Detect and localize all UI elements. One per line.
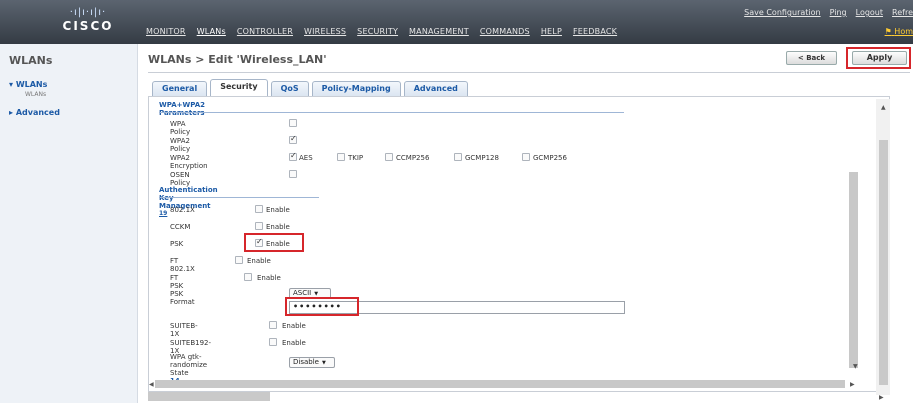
psk-format-label: PSK Format <box>170 290 195 306</box>
cisco-logo: ·ı|ı·ı|ı· CISCO <box>58 7 118 33</box>
nav-management[interactable]: MANAGEMENT <box>409 27 469 36</box>
wpa-policy-checkbox[interactable] <box>289 119 297 127</box>
psk-highlight-box <box>244 233 304 252</box>
ccmp256-label: CCMP256 <box>396 154 430 162</box>
akm-ft-psk-label: FT PSK <box>170 274 184 290</box>
main-nav: MONITOR WLANs CONTROLLER WIRELESS SECURI… <box>146 27 617 36</box>
back-button[interactable]: < Back <box>786 51 837 65</box>
tab-policy-mapping[interactable]: Policy-Mapping <box>311 81 401 96</box>
tab-general[interactable]: General <box>152 81 208 96</box>
nav-wireless[interactable]: WIRELESS <box>304 27 346 36</box>
save-configuration-link[interactable]: Save Configuration <box>744 8 820 17</box>
akm-cckm-enable-label: Enable <box>266 223 290 231</box>
akm-ft-8021x-label: FT 802.1X <box>170 257 195 273</box>
aes-label: AES <box>299 154 313 162</box>
wpa2-policy-label: WPA2 Policy <box>170 137 191 153</box>
wpa2-encryption-label: WPA2 Encryption <box>170 154 208 170</box>
suiteb-1x-checkbox[interactable] <box>269 321 277 329</box>
gcmp256-checkbox[interactable] <box>522 153 530 161</box>
refresh-link[interactable]: Refre <box>892 8 913 17</box>
wpa-section-heading: WPA+WPA2 Parameters <box>159 101 205 117</box>
scroll-down-arrow-icon[interactable]: ▼ <box>853 363 858 370</box>
top-bar: ·ı|ı·ı|ı· CISCO MONITOR WLANs CONTROLLER… <box>0 0 913 44</box>
tab-bar: General Security QoS Policy-Mapping Adva… <box>152 79 468 96</box>
dropdown-arrow-icon: ▼ <box>321 360 326 366</box>
gtk-randomize-select[interactable]: Disable ▼ <box>289 357 335 368</box>
akm-psk-label: PSK <box>170 240 184 248</box>
logout-link[interactable]: Logout <box>856 8 883 17</box>
outer-vertical-scrollbar-thumb[interactable] <box>879 140 888 385</box>
sidebar-subitem-wlans[interactable]: WLANs <box>25 91 46 98</box>
tkip-checkbox[interactable] <box>337 153 345 161</box>
logo-text: CISCO <box>62 19 114 33</box>
nav-controller[interactable]: CONTROLLER <box>237 27 293 36</box>
osen-policy-checkbox[interactable] <box>289 170 297 178</box>
scroll-right-arrow-icon[interactable]: ▶ <box>850 381 855 388</box>
ccmp256-checkbox[interactable] <box>385 153 393 161</box>
outer-scroll-right-arrow-icon[interactable]: ▶ <box>879 394 884 401</box>
nav-help[interactable]: HELP <box>541 27 562 36</box>
collapsed-triangle-icon: ▸ <box>9 108 14 117</box>
sidebar-item-label: WLANs <box>15 80 48 89</box>
wpa2-policy-checkbox[interactable] <box>289 134 297 144</box>
akm-ft-8021x-enable-label: Enable <box>247 257 271 265</box>
home-link[interactable]: ⚑ Hom <box>885 27 913 36</box>
inner-horizontal-scrollbar-thumb[interactable] <box>155 380 845 388</box>
wpa-section-divider <box>159 112 624 113</box>
akm-ft-psk-enable-label: Enable <box>257 274 281 282</box>
gcmp128-label: GCMP128 <box>465 154 499 162</box>
page-title: WLANs > Edit 'Wireless_LAN' <box>148 53 327 66</box>
header-divider <box>148 72 910 73</box>
expanded-triangle-icon: ▾ <box>9 80 14 89</box>
akm-cckm-label: CCKM <box>170 223 191 231</box>
psk-passphrase-highlight-box <box>285 297 359 316</box>
aes-checkbox[interactable] <box>289 151 297 161</box>
home-label: Hom <box>894 27 913 36</box>
scroll-left-arrow-icon[interactable]: ◀ <box>149 381 154 388</box>
akm-cckm-checkbox[interactable] <box>255 222 263 230</box>
nav-monitor[interactable]: MONITOR <box>146 27 186 36</box>
nav-feedback[interactable]: FEEDBACK <box>573 27 617 36</box>
sidebar: WLANs ▾ WLANs WLANs ▸ Advanced <box>0 44 138 403</box>
logo-bars: ·ı|ı·ı|ı· <box>69 7 107 18</box>
psk-format-value: ASCII <box>293 289 312 297</box>
akm-section-heading: Authentication Key Management 19 <box>159 186 218 220</box>
wpa-policy-label: WPA Policy <box>170 120 191 136</box>
inner-vertical-scrollbar-thumb[interactable] <box>849 172 858 368</box>
gcmp128-checkbox[interactable] <box>454 153 462 161</box>
utility-links: Save Configuration Ping Logout Refre <box>744 8 913 17</box>
akm-ft-psk-checkbox[interactable] <box>244 273 252 281</box>
outer-scroll-up-arrow-icon[interactable]: ▲ <box>881 104 886 111</box>
akm-8021x-enable-label: Enable <box>266 206 290 214</box>
suiteb192-1x-enable-label: Enable <box>282 339 306 347</box>
nav-security[interactable]: SECURITY <box>357 27 398 36</box>
ping-link[interactable]: Ping <box>830 8 847 17</box>
gtk-randomize-value: Disable <box>293 358 319 366</box>
tab-security[interactable]: Security <box>210 79 268 96</box>
suiteb-1x-enable-label: Enable <box>282 322 306 330</box>
suiteb192-1x-checkbox[interactable] <box>269 338 277 346</box>
akm-footnote-link[interactable]: 19 <box>159 210 167 217</box>
nav-commands[interactable]: COMMANDS <box>480 27 530 36</box>
security-panel: WPA+WPA2 Parameters WPA Policy WPA2 Poli… <box>148 96 890 392</box>
tkip-label: TKIP <box>348 154 364 162</box>
gtk-randomize-text: WPA gtk-randomize State <box>170 353 208 377</box>
akm-ft-8021x-checkbox[interactable] <box>235 256 243 264</box>
sidebar-item-wlans[interactable]: ▾ WLANs <box>9 80 47 89</box>
tab-qos[interactable]: QoS <box>270 81 309 96</box>
akm-8021x-checkbox[interactable] <box>255 205 263 213</box>
apply-highlight-box <box>846 47 911 69</box>
sidebar-item-advanced[interactable]: ▸ Advanced <box>9 108 60 117</box>
gcmp256-label: GCMP256 <box>533 154 567 162</box>
sidebar-item-label: Advanced <box>15 108 60 117</box>
tab-advanced[interactable]: Advanced <box>403 81 468 96</box>
sidebar-title: WLANs <box>9 54 53 67</box>
home-icon: ⚑ <box>884 27 892 36</box>
akm-8021x-label: 802.1X <box>170 206 195 214</box>
suiteb-1x-label: SUITEB-1X <box>170 322 198 338</box>
nav-wlans[interactable]: WLANs <box>197 27 226 36</box>
akm-section-divider <box>159 197 319 198</box>
osen-policy-label: OSEN Policy <box>170 171 191 187</box>
outer-horizontal-scrollbar-thumb[interactable] <box>148 392 270 401</box>
